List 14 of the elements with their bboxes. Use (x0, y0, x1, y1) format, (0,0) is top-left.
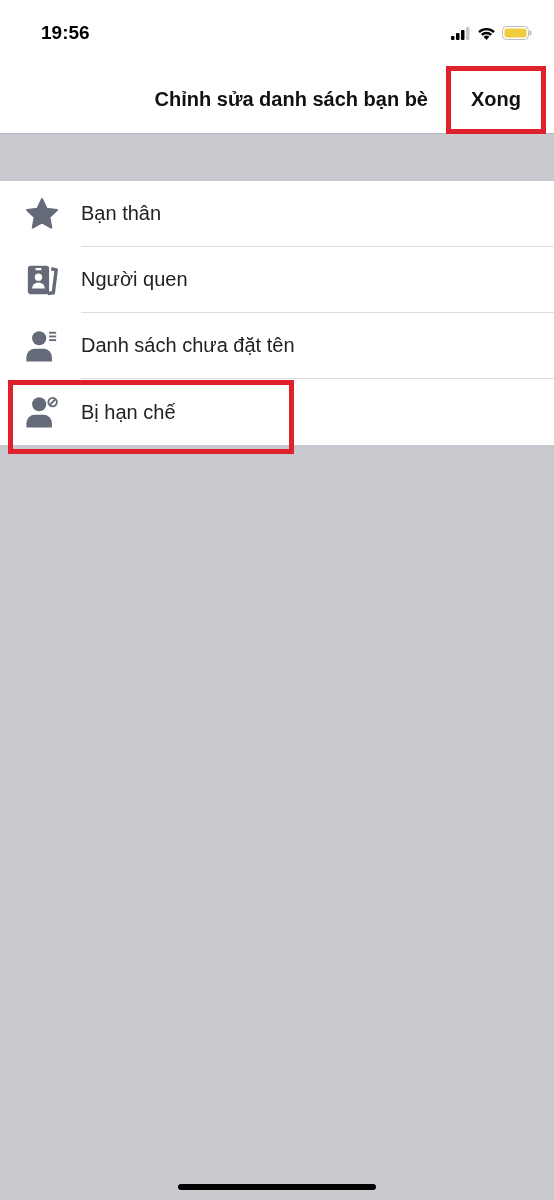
star-icon (25, 197, 59, 231)
wifi-icon (477, 26, 496, 40)
status-time: 19:56 (41, 22, 90, 44)
page-title: Chỉnh sửa danh sách bạn bè (154, 88, 428, 111)
id-card-icon (25, 263, 59, 297)
list-item[interactable]: Bị hạn chế (0, 379, 554, 445)
battery-icon (502, 26, 532, 40)
signal-icon (451, 26, 471, 40)
list-item[interactable]: Người quen (0, 247, 554, 313)
person-list-icon (25, 329, 59, 363)
list-item[interactable]: Bạn thân (0, 181, 554, 247)
done-button[interactable]: Xong (451, 70, 541, 129)
person-blocked-icon (25, 395, 59, 429)
list-item[interactable]: Danh sách chưa đặt tên (0, 313, 554, 379)
